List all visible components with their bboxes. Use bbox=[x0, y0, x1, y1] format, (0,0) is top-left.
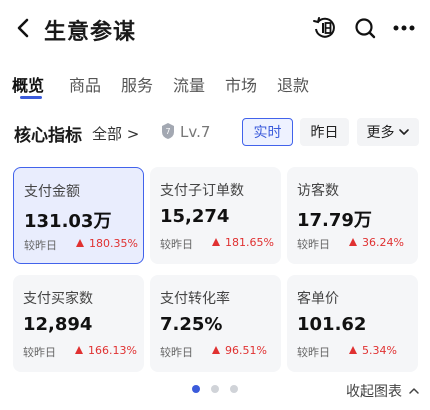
history-icon[interactable] bbox=[311, 14, 339, 42]
metric-card-conversion-rate[interactable]: 支付转化率 7.25% 较昨日 96.51% bbox=[150, 275, 281, 372]
more-chip[interactable]: 更多 bbox=[357, 118, 419, 146]
tab-traffic[interactable]: 流量 bbox=[173, 72, 205, 96]
collapse-label: 收起图表 bbox=[346, 384, 402, 400]
metric-change: 180.35% bbox=[89, 237, 138, 250]
metric-card-avg-order-value[interactable]: 客单价 101.62 较昨日 5.34% bbox=[287, 275, 418, 372]
metric-change: 96.51% bbox=[225, 344, 267, 357]
metric-value: 131.03万 bbox=[24, 211, 112, 232]
metric-card-paid-suborders[interactable]: 支付子订单数 15,274 较昨日 181.65% bbox=[150, 167, 281, 264]
metric-change: 36.24% bbox=[362, 236, 404, 249]
compare-label: 较昨日 bbox=[23, 346, 56, 359]
tab-market[interactable]: 市场 bbox=[225, 72, 257, 96]
metric-value: 12,894 bbox=[23, 314, 93, 335]
chevron-down-icon bbox=[398, 129, 409, 135]
page-title: 生意参谋 bbox=[44, 20, 137, 45]
metric-label: 支付金额 bbox=[24, 184, 80, 200]
tab-overview[interactable]: 概览 bbox=[12, 72, 44, 96]
section-title: 核心指标 bbox=[14, 126, 82, 146]
page-dot[interactable] bbox=[230, 385, 238, 393]
tab-bar: 概览 商品 服务 流量 市场 退款 bbox=[0, 64, 430, 104]
compare-label: 较昨日 bbox=[160, 346, 193, 359]
metric-label: 支付子订单数 bbox=[160, 183, 244, 199]
active-tab-indicator bbox=[20, 96, 42, 99]
chevron-up-icon bbox=[409, 388, 420, 394]
metric-card-payment-amount[interactable]: 支付金额 131.03万 较昨日 180.35% bbox=[13, 167, 144, 264]
yesterday-chip[interactable]: 昨日 bbox=[300, 118, 349, 146]
top-nav-bar: 生意参谋 bbox=[0, 8, 430, 48]
arrow-up-icon bbox=[212, 346, 220, 354]
collapse-charts-button[interactable]: 收起图表 bbox=[346, 381, 420, 401]
arrow-up-icon bbox=[75, 346, 83, 354]
page-dot[interactable] bbox=[211, 385, 219, 393]
metric-card-paying-buyers[interactable]: 支付买家数 12,894 较昨日 166.13% bbox=[13, 275, 144, 372]
metric-card-visitors[interactable]: 访客数 17.79万 较昨日 36.24% bbox=[287, 167, 418, 264]
more-chip-label: 更多 bbox=[366, 125, 395, 141]
tab-refund[interactable]: 退款 bbox=[277, 72, 309, 96]
metric-change: 181.65% bbox=[225, 236, 274, 249]
metric-value: 15,274 bbox=[160, 206, 230, 227]
page-dot-active[interactable] bbox=[192, 385, 200, 393]
more-icon[interactable] bbox=[390, 14, 418, 42]
tab-service[interactable]: 服务 bbox=[121, 72, 153, 96]
arrow-up-icon bbox=[349, 346, 357, 354]
metric-label: 客单价 bbox=[297, 291, 339, 307]
filter-bar: 核心指标 全部 > 7 Lv.7 实时 昨日 更多 bbox=[0, 116, 430, 148]
level-label: Lv.7 bbox=[180, 123, 211, 141]
compare-label: 较昨日 bbox=[297, 346, 330, 359]
level-badge-icon: 7 bbox=[162, 123, 174, 139]
arrow-up-icon bbox=[349, 238, 357, 246]
metric-value: 17.79万 bbox=[297, 210, 372, 231]
metric-label: 支付买家数 bbox=[23, 291, 93, 307]
arrow-up-icon bbox=[76, 239, 84, 247]
metric-value: 101.62 bbox=[297, 314, 367, 335]
chevron-left-icon[interactable] bbox=[12, 16, 36, 40]
compare-label: 较昨日 bbox=[160, 238, 193, 251]
scope-selector[interactable]: 全部 > bbox=[92, 123, 139, 144]
metric-value: 7.25% bbox=[160, 314, 223, 335]
metric-change: 166.13% bbox=[88, 344, 137, 357]
search-icon[interactable] bbox=[351, 14, 379, 42]
compare-label: 较昨日 bbox=[297, 238, 330, 251]
metric-change: 5.34% bbox=[362, 344, 397, 357]
arrow-up-icon bbox=[212, 238, 220, 246]
compare-label: 较昨日 bbox=[24, 239, 57, 252]
metric-label: 访客数 bbox=[297, 183, 339, 199]
tab-products[interactable]: 商品 bbox=[69, 72, 101, 96]
metric-label: 支付转化率 bbox=[160, 291, 230, 307]
svg-text:7: 7 bbox=[165, 127, 170, 136]
realtime-chip[interactable]: 实时 bbox=[242, 118, 293, 146]
